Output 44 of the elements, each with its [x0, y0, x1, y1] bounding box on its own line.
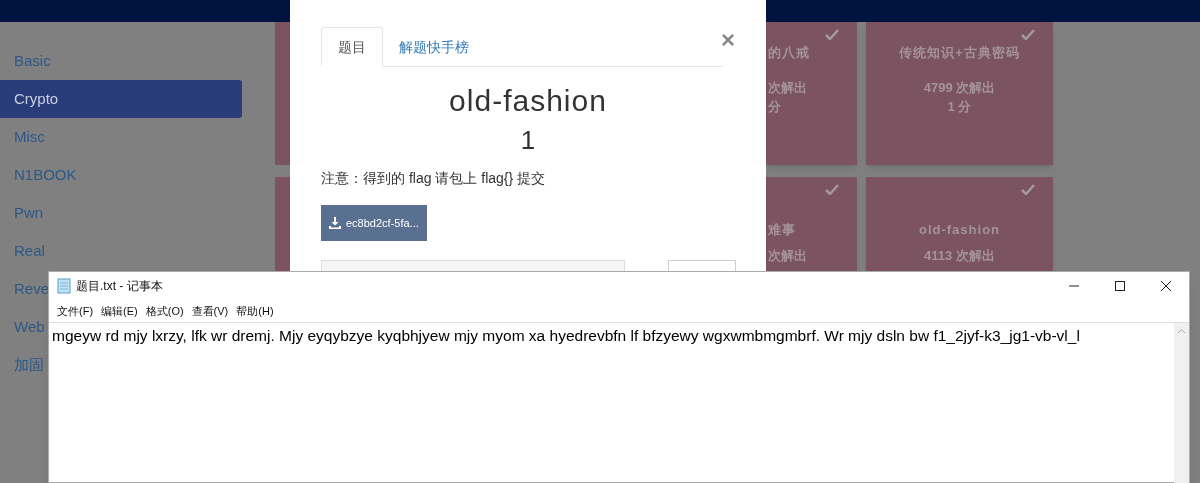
sidebar-item[interactable]: Basic	[0, 42, 242, 80]
solve-count: 4799 次解出	[923, 79, 996, 97]
scroll-up-icon[interactable]	[1177, 328, 1186, 334]
sidebar-item[interactable]: Real	[0, 232, 242, 270]
solve-count: 次解出	[768, 247, 807, 265]
sidebar-item[interactable]: N1BOOK	[0, 156, 242, 194]
menu-item[interactable]: 查看(V)	[187, 302, 233, 320]
sidebar-item[interactable]: Crypto	[0, 80, 242, 118]
sidebar-item[interactable]: Web	[0, 308, 48, 346]
card-title: 的八戒	[768, 44, 810, 62]
card-points: 1 分	[947, 98, 972, 116]
tab[interactable]: 解题快手榜	[383, 27, 485, 67]
download-button[interactable]: ec8bd2cf-5fa...	[321, 205, 427, 241]
card-title: 难事	[768, 221, 796, 239]
sidebar-item[interactable]: Misc	[0, 118, 242, 156]
challenge-note: 注意：得到的 flag 请包上 flag{} 提交	[321, 169, 546, 188]
card-title: 传统知识+古典密码	[899, 44, 1020, 62]
flag-input-field[interactable]	[321, 260, 625, 271]
close-button[interactable]: ×	[721, 26, 735, 54]
menu-item[interactable]: 文件(F)	[53, 302, 98, 320]
menu-item[interactable]: 编辑(E)	[97, 302, 142, 320]
sidebar-item[interactable]: Pwn	[0, 194, 242, 232]
card-title: old-fashion	[918, 221, 1000, 239]
menu-item[interactable]: 帮助(H)	[232, 302, 278, 320]
sidebar-item[interactable]: Reve	[0, 270, 48, 308]
window-title: 题目.txt - 记事本	[76, 278, 163, 295]
challenge-card[interactable]: 难事 次解出	[766, 177, 857, 271]
sidebar-item[interactable]: 加固	[0, 346, 48, 384]
text-content[interactable]: mgeyw rd mjy lxrzy, lfk wr dremj. Mjy eyqybzye kyqbhjyew mjy myom xa hyedrevbfn lf bfzyewy wgxwmbmgmbrf. Wr mjy dsln bw f1_2jyf-k3_jg1-vb-vl_l	[49, 323, 1174, 483]
maximize-icon[interactable]	[1114, 280, 1126, 292]
card-points: 分	[768, 98, 781, 116]
submit-button[interactable]	[668, 260, 736, 271]
notepad-icon	[57, 278, 71, 294]
challenge-title: old-fashion	[449, 83, 607, 119]
challenge-card[interactable]: 传统知识+古典密码 4799 次解出 1 分	[866, 22, 1053, 165]
close-icon[interactable]	[1160, 280, 1172, 292]
download-icon	[329, 217, 341, 229]
challenge-card[interactable]: old-fashion 4113 次解出	[866, 177, 1053, 271]
tab[interactable]: 题目	[321, 27, 383, 67]
challenge-card[interactable]: 的八戒 次解出 分	[766, 22, 857, 165]
menu-item[interactable]: 格式(O)	[141, 302, 188, 320]
challenge-score: 1	[520, 124, 536, 156]
solve-count: 4113 次解出	[924, 247, 995, 265]
solve-count: 次解出	[768, 79, 807, 97]
